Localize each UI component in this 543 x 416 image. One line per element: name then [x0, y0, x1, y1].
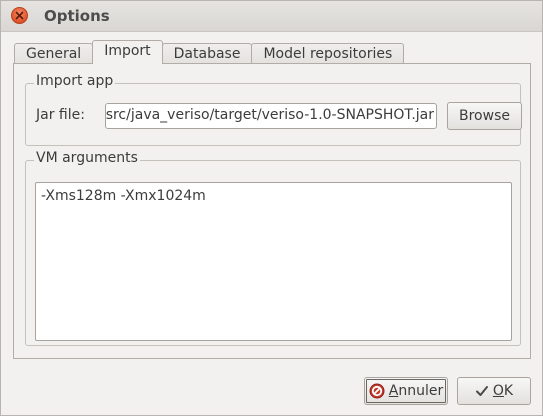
tab-general[interactable]: General	[14, 43, 94, 64]
vm-arguments-group-title: VM arguments	[34, 150, 140, 166]
title-bar[interactable]: Options	[1, 1, 542, 32]
tab-bar: General Import Database Model repositori…	[14, 40, 405, 64]
cancel-icon	[369, 383, 385, 399]
cancel-button[interactable]: Annuler	[364, 377, 448, 405]
import-app-group-title: Import app	[34, 73, 116, 89]
ok-label: OK	[492, 383, 514, 399]
jar-file-label: Jar file:	[36, 107, 85, 123]
vm-arguments-textarea[interactable]: -Xms128m -Xmx1024m	[35, 182, 512, 341]
options-dialog: Options General Import Database Model re…	[0, 0, 543, 416]
tab-database[interactable]: Database	[161, 43, 253, 64]
window-title: Options	[44, 7, 110, 25]
import-tab-panel: Import app Jar file: /home/user/src/java…	[13, 63, 531, 359]
checkmark-icon	[475, 384, 489, 398]
ok-button[interactable]: OK	[457, 377, 531, 405]
cancel-label: Annuler	[388, 383, 444, 399]
tab-import[interactable]: Import	[92, 40, 163, 64]
tab-model-repositories[interactable]: Model repositories	[251, 43, 405, 64]
jar-file-value: /home/user/src/java_veriso/target/veriso…	[105, 107, 434, 123]
close-icon	[15, 11, 24, 20]
jar-file-input[interactable]: /home/user/src/java_veriso/target/veriso…	[105, 103, 437, 129]
close-button[interactable]	[11, 7, 28, 24]
import-app-group: Import app Jar file: /home/user/src/java…	[25, 73, 522, 146]
browse-button[interactable]: Browse	[447, 102, 522, 130]
vm-arguments-group: VM arguments -Xms128m -Xmx1024m	[25, 150, 521, 346]
